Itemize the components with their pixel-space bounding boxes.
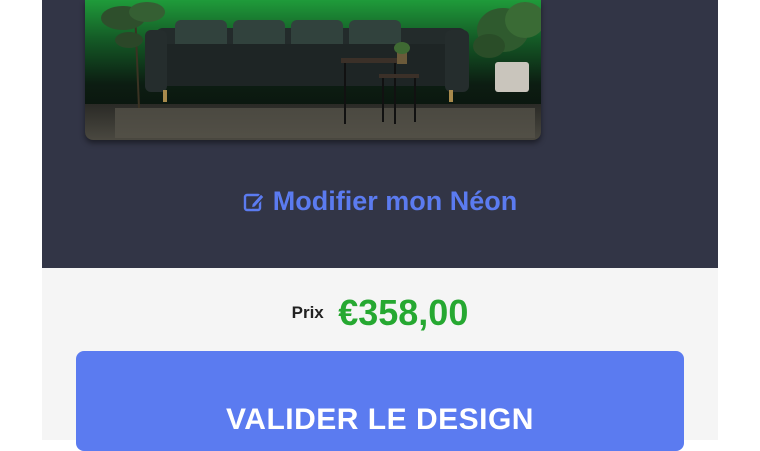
- validate-design-button[interactable]: VALIDER LE DESIGN: [76, 351, 684, 451]
- edit-icon: [243, 189, 265, 220]
- modify-neon-label: Modifier mon Néon: [272, 186, 518, 216]
- price-value: €358,00: [338, 292, 469, 333]
- price-label: Prix: [291, 303, 324, 322]
- neon-preview-image: [85, 0, 541, 140]
- price-row: Prix €358,00: [0, 292, 760, 334]
- modify-neon-link[interactable]: Modifier mon Néon: [0, 186, 760, 220]
